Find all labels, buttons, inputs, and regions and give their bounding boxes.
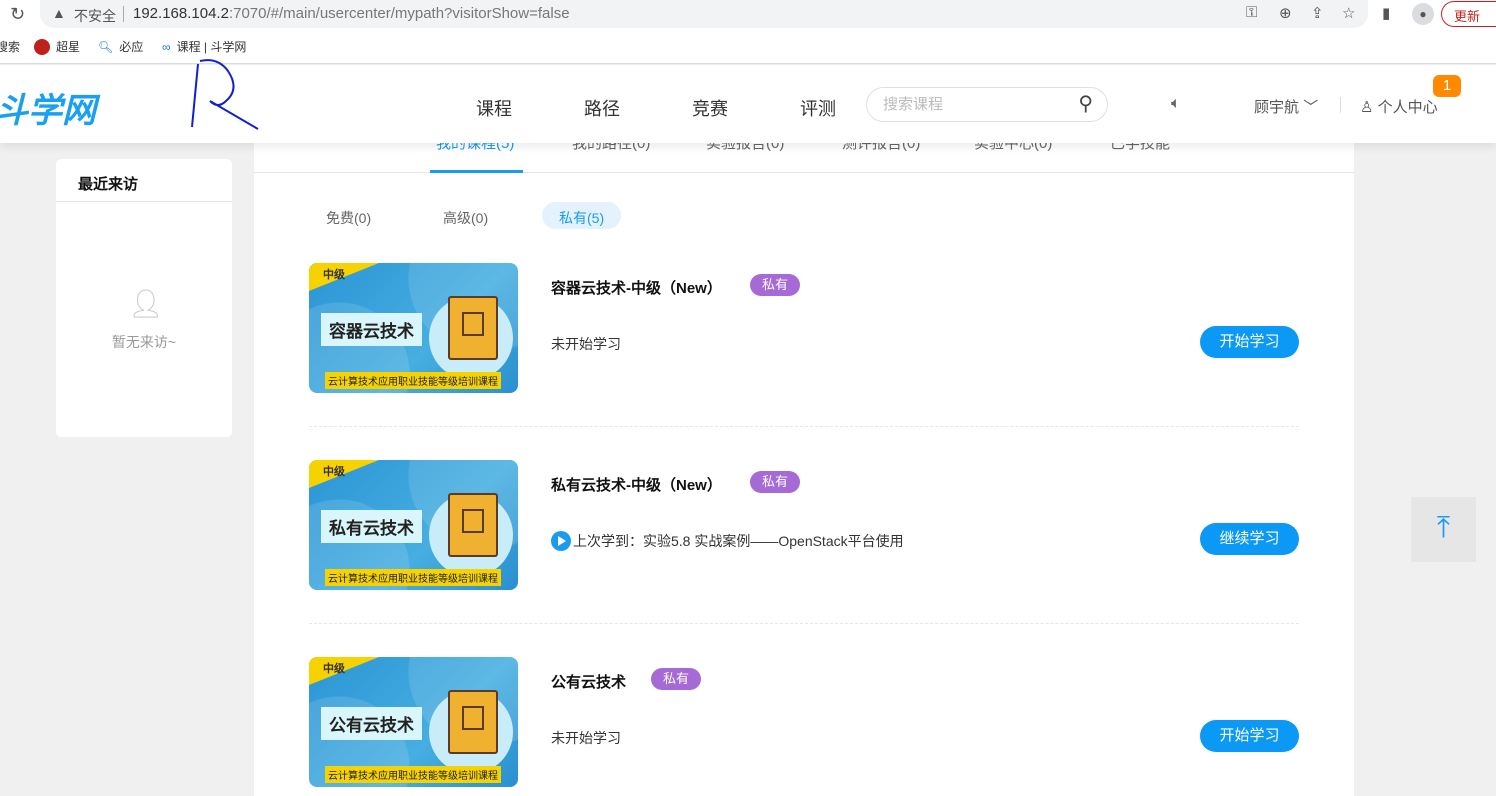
subtab-free[interactable]: 免费(0) [309, 202, 388, 229]
star-icon[interactable]: ☆ [1342, 4, 1355, 22]
course-item: 中级私有云技术云计算技术应用职业技能等级培训课程 私有云技术-中级（New） 私… [309, 460, 1299, 590]
link-icon: ∞ [162, 39, 171, 54]
reload-icon[interactable]: ↻ [10, 4, 25, 25]
divider [309, 426, 1299, 427]
course-title[interactable]: 公有云技术 [551, 671, 626, 692]
browser-chrome: ↻ ▲ 不安全 192.168.104.2:7070/#/main/userce… [0, 0, 1496, 64]
no-visitors-text: 暂无来访~ [111, 334, 177, 350]
recent-visitors-title: 最近来访 [56, 159, 232, 202]
search-icon: 🔍︎ [98, 39, 114, 54]
thumb-footer: 云计算技术应用职业技能等级培训课程 [325, 766, 501, 783]
zoom-icon[interactable]: ⊕ [1279, 4, 1292, 22]
handwritten-annotation [191, 59, 259, 130]
thumb-title: 容器云技术 [321, 313, 422, 346]
continue-learning-button[interactable]: 继续学习 [1200, 523, 1299, 555]
nav-assessments[interactable]: 评测 [800, 95, 836, 121]
subtab-advanced[interactable]: 高级(0) [426, 202, 505, 229]
arrow-up-icon: ⤒ [1436, 511, 1451, 544]
user-menu[interactable]: 顾宇航 ﹀ [1254, 96, 1318, 117]
url-path: :7070/#/main/usercenter/mypath?visitorSh… [228, 5, 570, 22]
nav-competitions[interactable]: 竞赛 [692, 95, 728, 121]
divider [309, 623, 1299, 624]
bookmark-label: 课程 | 斗学网 [176, 40, 247, 54]
user-clock-icon: 👤︎ [128, 288, 164, 319]
recent-visitors-card: 最近来访 👤︎ 暂无来访~ [56, 159, 232, 437]
book-icon [448, 296, 498, 360]
course-item: 中级 公有云技术 云计算技术应用职业技能等级培训课程 公有云技术 私有 未开始学习 … [309, 657, 1299, 787]
notification-badge[interactable]: 1 [1433, 75, 1461, 97]
logo[interactable]: 斗学网 [0, 83, 96, 132]
nav-paths[interactable]: 路径 [584, 95, 620, 121]
course-title[interactable]: 容器云技术-中级（New） [551, 277, 722, 298]
level-label: 中级 [323, 269, 345, 281]
key-icon[interactable]: ⚿ [1246, 4, 1257, 21]
bookmark-search[interactable]: 搜索 [0, 38, 20, 55]
course-thumbnail[interactable]: 中级公有云技术云计算技术应用职业技能等级培训课程 [309, 657, 518, 787]
main-panel: 我的课程(5) 我的路径(0) 实验报告(0) 测评报告(0) 实验中心(0) … [254, 120, 1354, 796]
search-box: ⚲ [866, 87, 1108, 122]
divider [123, 6, 124, 22]
status-text: 上次学到：实验5.8 实战案例——OpenStack平台使用 [573, 533, 904, 549]
search-input[interactable] [883, 96, 1053, 113]
level-label: 中级 [323, 663, 345, 675]
private-tag: 私有 [750, 274, 801, 296]
back-to-top-button[interactable]: ⤒ [1411, 497, 1476, 562]
course-title[interactable]: 私有云技术-中级（New） [551, 474, 722, 495]
speaker-icon[interactable]: 🔈︎ [1171, 95, 1181, 113]
course-thumbnail[interactable]: 中级私有云技术云计算技术应用职业技能等级培训课程 [309, 460, 518, 590]
bookmark-label: 搜索 [0, 40, 21, 54]
course-thumbnail[interactable]: 中级容器云技术云计算技术应用职业技能等级培训课程 [309, 263, 518, 393]
bookmark-course[interactable]: ∞ 课程 | 斗学网 [162, 38, 246, 55]
start-learning-button[interactable]: 开始学习 [1200, 326, 1299, 358]
private-tag: 私有 [750, 471, 801, 493]
thumb-footer: 云计算技术应用职业技能等级培训课程 [325, 569, 501, 586]
url-text[interactable]: 192.168.104.2:7070/#/main/usercenter/myp… [133, 5, 570, 22]
level-label: 中级 [323, 466, 345, 478]
thumb-title: 公有云技术 [321, 707, 422, 740]
course-status[interactable]: 上次学到：实验5.8 实战案例——OpenStack平台使用 [551, 531, 904, 551]
active-tab-indicator [430, 170, 523, 173]
course-status: 未开始学习 [551, 728, 621, 748]
play-icon [551, 531, 571, 551]
thumb-footer: 云计算技术应用职业技能等级培训课程 [325, 372, 501, 389]
url-host: 192.168.104.2 [133, 5, 229, 22]
bookmark-bing[interactable]: 🔍︎ 必应 [98, 38, 143, 55]
warning-icon: ▲ [52, 5, 66, 21]
share-icon[interactable]: ⇪ [1311, 4, 1324, 22]
nav-courses[interactable]: 课程 [476, 95, 512, 121]
update-button[interactable]: 更新 [1441, 1, 1496, 27]
private-tag: 私有 [651, 668, 702, 690]
search-icon[interactable]: ⚲ [1078, 91, 1093, 116]
divider [1340, 97, 1341, 113]
book-icon [448, 690, 498, 754]
user-icon: ♙ [1360, 99, 1374, 116]
book-icon [448, 493, 498, 557]
subtab-private[interactable]: 私有(5) [542, 202, 622, 229]
start-learning-button[interactable]: 开始学习 [1200, 720, 1299, 752]
status-text: 未开始学习 [551, 336, 621, 352]
sidepanel-icon[interactable]: ▮ [1382, 4, 1390, 22]
bookmark-chaoxing[interactable]: 超星 [34, 38, 80, 55]
personal-center-link[interactable]: ♙ 个人中心 [1360, 96, 1438, 117]
site-header: 斗学网 课程 路径 竞赛 评测 ⚲ 🔈︎ 顾宇航 ﹀ ♙ 个人中心 1 [0, 59, 1496, 143]
course-status: 未开始学习 [551, 334, 621, 354]
bookmark-label: 必应 [119, 40, 144, 54]
profile-icon[interactable]: ● [1412, 3, 1434, 25]
username: 顾宇航 [1254, 99, 1300, 116]
chevron-down-icon: ﹀ [1303, 99, 1319, 116]
chaoxing-icon [34, 38, 50, 55]
bookmark-label: 超星 [56, 40, 81, 54]
personal-center-label: 个人中心 [1377, 99, 1438, 116]
insecure-label: 不安全 [74, 8, 116, 24]
thumb-title: 私有云技术 [321, 510, 422, 543]
status-text: 未开始学习 [551, 730, 621, 746]
course-item: 中级容器云技术云计算技术应用职业技能等级培训课程 容器云技术-中级（New） 私… [309, 263, 1299, 393]
